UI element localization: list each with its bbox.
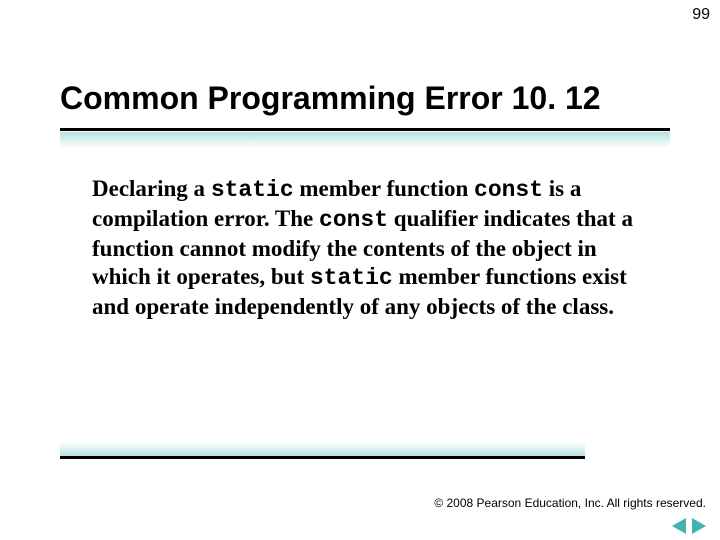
copyright-footer: © 2008 Pearson Education, Inc. All right…	[434, 496, 706, 510]
page-number: 99	[692, 6, 710, 24]
slide-title: Common Programming Error 10. 12	[60, 80, 601, 117]
text-fragment: member function	[294, 176, 474, 201]
next-slide-icon[interactable]	[692, 518, 706, 534]
title-accent	[60, 132, 670, 148]
title-rule	[60, 128, 670, 131]
text-fragment: Declaring a	[92, 176, 211, 201]
code-keyword-const: const	[474, 177, 543, 203]
body-text: Declaring a static member function const…	[92, 175, 652, 322]
bottom-accent	[60, 442, 585, 456]
code-keyword-static: static	[211, 177, 294, 203]
code-keyword-static: static	[310, 265, 393, 291]
nav-controls	[672, 518, 706, 534]
bottom-rule	[60, 456, 585, 459]
code-keyword-const: const	[319, 207, 388, 233]
slide: 99 Common Programming Error 10. 12 Decla…	[0, 0, 720, 540]
prev-slide-icon[interactable]	[672, 518, 686, 534]
